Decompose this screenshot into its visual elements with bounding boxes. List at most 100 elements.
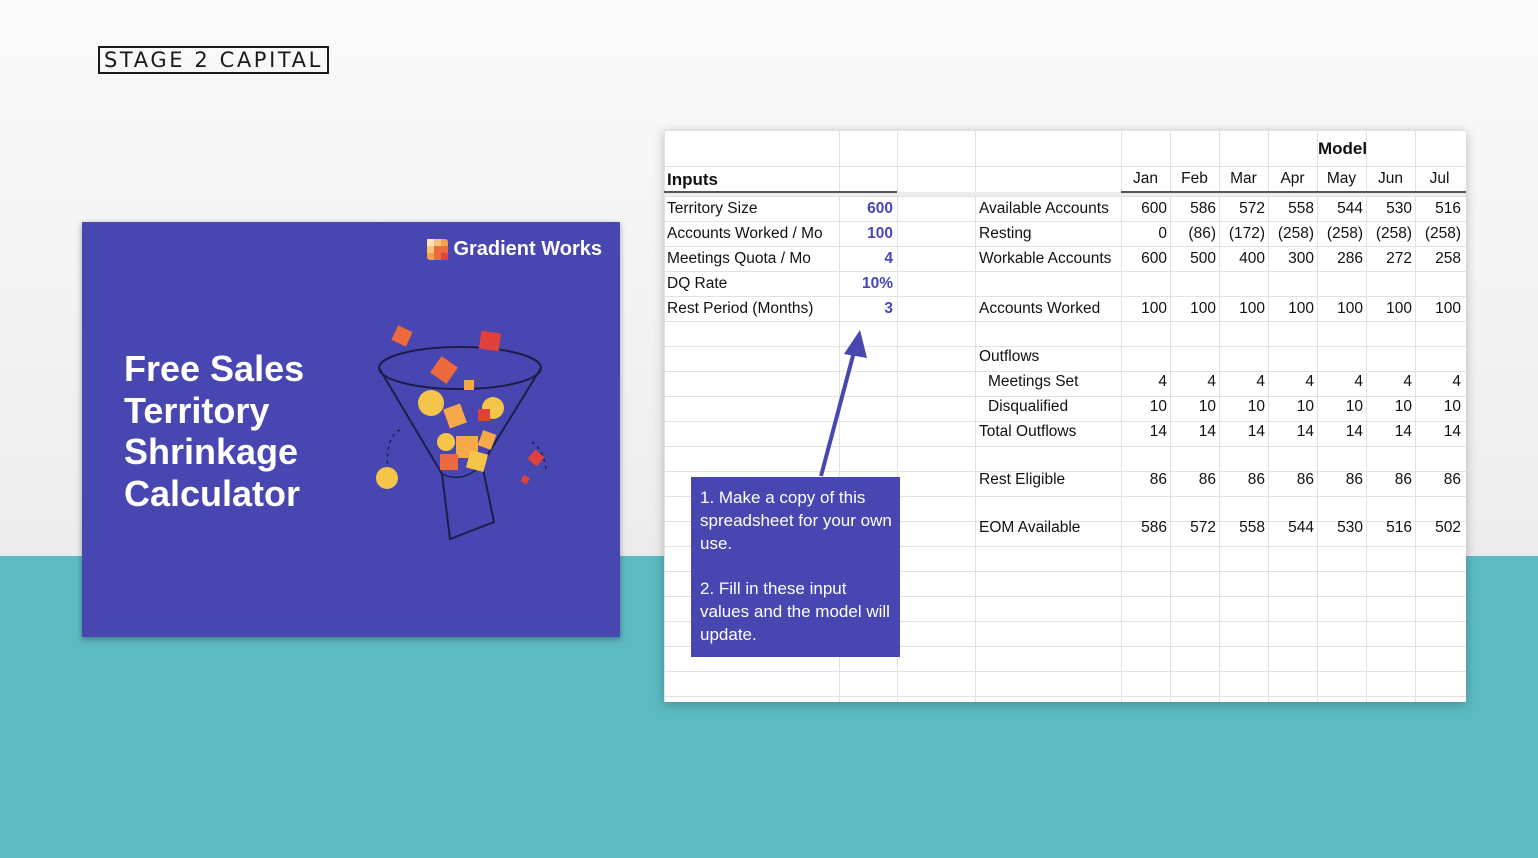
model-row-label: Workable Accounts	[979, 250, 1112, 267]
model-cell: 100	[1190, 300, 1216, 317]
model-cell: 572	[1190, 519, 1216, 536]
model-cell: 14	[1443, 423, 1461, 440]
model-cell: 86	[1394, 471, 1412, 488]
month-header: Jun	[1378, 170, 1403, 187]
model-cell: 516	[1386, 519, 1412, 536]
model-cell: (258)	[1375, 225, 1412, 242]
input-label: Accounts Worked / Mo	[667, 225, 823, 242]
model-row-label: Rest Eligible	[979, 471, 1066, 488]
model-cell: 258	[1435, 250, 1461, 267]
model-row-label: Accounts Worked	[979, 300, 1101, 317]
model-cell: 300	[1288, 250, 1314, 267]
input-label: DQ Rate	[667, 275, 728, 292]
gradient-works-brand: Gradient Works	[427, 238, 602, 261]
month-header: Apr	[1280, 170, 1305, 187]
model-row-label: Outflows	[979, 348, 1040, 365]
month-header: Jul	[1429, 170, 1450, 187]
model-cell: 10	[1149, 398, 1167, 415]
model-header: Model	[1318, 139, 1368, 158]
model-cell: 10	[1296, 398, 1314, 415]
model-cell: (258)	[1277, 225, 1314, 242]
model-cell: 530	[1337, 519, 1363, 536]
model-cell: 10	[1247, 398, 1265, 415]
model-cell: 14	[1394, 423, 1412, 440]
model-cell: 0	[1158, 225, 1167, 242]
model-row-label: Resting	[979, 225, 1032, 242]
month-header: May	[1326, 170, 1357, 187]
input-label: Meetings Quota / Mo	[667, 250, 811, 267]
model-cell: (86)	[1188, 225, 1216, 242]
instruction-step-1: 1. Make a copy of this spreadsheet for y…	[700, 488, 892, 553]
instruction-step-2: 2. Fill in these input values and the mo…	[700, 579, 890, 644]
model-cell: 14	[1198, 423, 1216, 440]
model-row-label: Disqualified	[988, 398, 1069, 415]
input-value[interactable]: 100	[839, 225, 893, 243]
title-line: Shrinkage	[124, 431, 299, 472]
model-cell: 4	[1158, 373, 1167, 390]
promo-card: Gradient Works Free Sales Territory Shri…	[82, 222, 620, 637]
model-cell: 100	[1239, 300, 1265, 317]
model-cell: 500	[1190, 250, 1216, 267]
model-cell: 86	[1247, 471, 1265, 488]
model-cell: (258)	[1326, 225, 1363, 242]
model-cell: 544	[1337, 200, 1363, 217]
model-cell: 4	[1354, 373, 1363, 390]
model-cell: 558	[1288, 200, 1314, 217]
model-row-label: Total Outflows	[979, 423, 1077, 440]
month-header: Mar	[1230, 170, 1257, 187]
model-cell: 100	[1386, 300, 1412, 317]
model-cell: 100	[1141, 300, 1167, 317]
title-line: Territory	[124, 389, 270, 431]
model-cell: 4	[1305, 373, 1314, 390]
funnel-illustration	[376, 325, 547, 541]
model-cell: 502	[1435, 519, 1461, 536]
model-cell: 86	[1443, 471, 1461, 488]
model-cell: 100	[1337, 300, 1363, 317]
model-cell: 4	[1452, 373, 1461, 390]
model-cell: 4	[1256, 373, 1265, 390]
input-label: Territory Size	[667, 200, 758, 217]
model-cell: 10	[1345, 398, 1363, 415]
month-header: Jan	[1133, 170, 1158, 187]
input-value[interactable]: 600	[839, 200, 893, 218]
model-cell: 14	[1296, 423, 1314, 440]
model-cell: 14	[1247, 423, 1265, 440]
input-value[interactable]: 4	[839, 250, 893, 268]
model-cell: 100	[1435, 300, 1461, 317]
model-row-label: Meetings Set	[988, 373, 1079, 390]
gradient-works-name: Gradient Works	[453, 238, 602, 260]
model-cell: 4	[1207, 373, 1216, 390]
model-cell: 14	[1345, 423, 1363, 440]
model-cell: 86	[1149, 471, 1167, 488]
model-cell: 100	[1288, 300, 1314, 317]
model-cell: 4	[1403, 373, 1412, 390]
model-row-label: Available Accounts	[979, 200, 1109, 217]
model-cell: 86	[1345, 471, 1363, 488]
model-cell: 400	[1239, 250, 1265, 267]
arrow-up-icon	[819, 330, 867, 477]
model-cell: 558	[1239, 519, 1265, 536]
gradient-works-logo-icon	[427, 239, 449, 260]
card-title: Free Sales Territory Shrinkage Calculato…	[124, 348, 354, 514]
model-cell: 544	[1288, 519, 1314, 536]
model-cell: 516	[1435, 200, 1461, 217]
model-cell: 600	[1141, 200, 1167, 217]
inputs-header: Inputs	[667, 170, 718, 189]
model-cell: 14	[1149, 423, 1167, 440]
month-header: Feb	[1181, 170, 1208, 187]
model-row-label: EOM Available	[979, 519, 1081, 536]
model-cell: (172)	[1228, 225, 1265, 242]
model-cell: 572	[1239, 200, 1265, 217]
title-line: Free Sales	[124, 348, 305, 389]
input-value[interactable]: 10%	[839, 275, 893, 293]
input-label: Rest Period (Months)	[667, 300, 814, 317]
model-cell: 530	[1386, 200, 1412, 217]
model-cell: 600	[1141, 250, 1167, 267]
model-cell: (258)	[1424, 225, 1461, 242]
stage-2-capital-logo: STAGE 2 CAPITAL	[98, 46, 329, 74]
input-value[interactable]: 3	[839, 300, 893, 318]
model-cell: 10	[1198, 398, 1216, 415]
title-line: Calculator	[124, 472, 301, 514]
instructions-callout: 1. Make a copy of this spreadsheet for y…	[691, 477, 900, 657]
model-cell: 272	[1386, 250, 1412, 267]
